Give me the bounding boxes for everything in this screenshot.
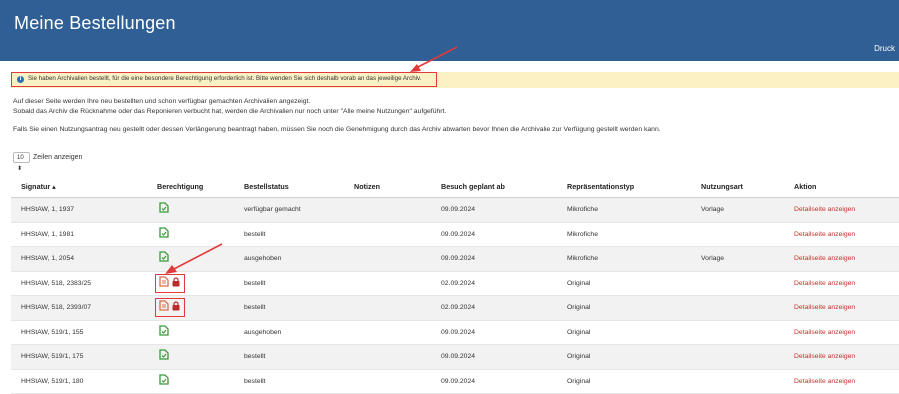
document-check-icon — [159, 202, 169, 219]
alert-text: Sie haben Archivalien bestellt, für die … — [28, 75, 421, 82]
page-length-label: Zeilen anzeigen — [33, 154, 82, 161]
cell-status: bestellt — [244, 231, 266, 238]
print-button[interactable]: Druck — [874, 44, 895, 53]
detail-link[interactable]: Detailseite anzeigen — [794, 304, 855, 311]
table-row: HHStAW, 518, 2393/07 bestellt 02.09.2024 Or… — [11, 296, 899, 321]
detail-link[interactable]: Detailseite anzeigen — [794, 378, 855, 385]
cell-typ: Original — [567, 378, 590, 385]
cell-typ: Original — [567, 304, 590, 311]
table-header: Signatur ▴ Berechtigung Bestellstatus No… — [11, 175, 899, 198]
page-length-control: 10 ⬍ Zeilen anzeigen — [13, 152, 82, 163]
detail-link[interactable]: Detailseite anzeigen — [794, 353, 855, 360]
table-row: HHStAW, 519/1, 180 bestellt 09.09.2024 Orig… — [11, 370, 899, 394]
detail-link[interactable]: Detailseite anzeigen — [794, 231, 855, 238]
col-notizen-header[interactable]: Notizen — [354, 182, 380, 191]
document-check-icon — [159, 349, 169, 366]
cell-besuch: 09.09.2024 — [441, 255, 475, 262]
info-icon: i — [17, 76, 24, 83]
cell-nutzungsart: Vorlage — [701, 255, 724, 262]
permission-cell — [159, 325, 169, 340]
table-row: HHStAW, 1, 1981 bestellt 09.09.2024 Mikrofi… — [11, 223, 899, 248]
cell-typ: Original — [567, 280, 590, 287]
detail-link[interactable]: Detailseite anzeigen — [794, 280, 855, 287]
cell-status: ausgehoben — [244, 329, 281, 336]
cell-besuch: 09.09.2024 — [441, 329, 475, 336]
cell-typ: Mikrofiche — [567, 255, 598, 262]
table-row: HHStAW, 1, 2054 ausgehoben 09.09.2024 Mikro… — [11, 247, 899, 272]
cell-typ: Original — [567, 329, 590, 336]
cell-status: bestellt — [244, 353, 266, 360]
cell-besuch: 09.09.2024 — [441, 378, 475, 385]
cell-status: verfügbar gemacht — [244, 206, 301, 213]
cell-status: bestellt — [244, 280, 266, 287]
col-nutzungsart-header[interactable]: Nutzungsart — [701, 182, 743, 191]
cell-signatur: HHStAW, 1, 1937 — [21, 206, 74, 213]
cell-besuch: 09.09.2024 — [441, 231, 475, 238]
annotation-highlight-box — [155, 298, 185, 317]
detail-link[interactable]: Detailseite anzeigen — [794, 255, 855, 262]
document-check-icon — [159, 325, 169, 342]
annotation-arrow-table — [158, 240, 228, 280]
table-body: HHStAW, 1, 1937 verfügbar gemacht 09.09.20… — [11, 198, 899, 394]
cell-typ: Mikrofiche — [567, 231, 598, 238]
annotation-arrow-top — [404, 44, 464, 76]
col-signatur-header[interactable]: Signatur ▴ — [21, 182, 56, 191]
intro-line-3: Falls Sie einen Nutzungsantrag neu geste… — [13, 126, 661, 133]
page-title: Meine Bestellungen — [14, 13, 176, 34]
table-row: HHStAW, 519/1, 175 bestellt 09.09.2024 Orig… — [11, 345, 899, 370]
detail-link[interactable]: Detailseite anzeigen — [794, 329, 855, 336]
page-length-select[interactable]: 10 ⬍ — [13, 152, 30, 163]
table-row: HHStAW, 518, 2383/25 bestellt 02.09.2024 Or… — [11, 272, 899, 297]
cell-status: bestellt — [244, 378, 266, 385]
col-besuch-header[interactable]: Besuch geplant ab — [441, 182, 505, 191]
col-aktion-header[interactable]: Aktion — [794, 182, 816, 191]
intro-line-2: Sobald das Archiv die Rücknahme oder das… — [13, 108, 446, 115]
cell-status: bestellt — [244, 304, 266, 311]
orders-table: Signatur ▴ Berechtigung Bestellstatus No… — [11, 175, 899, 394]
permission-cell — [159, 202, 169, 217]
intro-line-1: Auf dieser Seite werden Ihre neu bestell… — [13, 98, 310, 105]
col-repraesentation-header[interactable]: Repräsentationstyp — [567, 182, 634, 191]
document-check-icon — [159, 374, 169, 391]
cell-signatur: HHStAW, 519/1, 155 — [21, 329, 83, 336]
cell-typ: Original — [567, 353, 590, 360]
permission-cell — [159, 300, 180, 315]
cell-signatur: HHStAW, 518, 2383/25 — [21, 280, 91, 287]
cell-signatur: HHStAW, 519/1, 175 — [21, 353, 83, 360]
cell-signatur: HHStAW, 519/1, 180 — [21, 378, 83, 385]
cell-signatur: HHStAW, 1, 2054 — [21, 255, 74, 262]
table-row: HHStAW, 1, 1937 verfügbar gemacht 09.09.20… — [11, 198, 899, 223]
cell-signatur: HHStAW, 518, 2393/07 — [21, 304, 91, 311]
detail-link[interactable]: Detailseite anzeigen — [794, 206, 855, 213]
cell-besuch: 02.09.2024 — [441, 280, 475, 287]
cell-nutzungsart: Vorlage — [701, 206, 724, 213]
cell-besuch: 09.09.2024 — [441, 206, 475, 213]
cell-typ: Mikrofiche — [567, 206, 598, 213]
cell-besuch: 02.09.2024 — [441, 304, 475, 311]
cell-besuch: 09.09.2024 — [441, 353, 475, 360]
permission-cell — [159, 374, 169, 389]
cell-status: ausgehoben — [244, 255, 281, 262]
permission-cell — [159, 349, 169, 364]
col-berechtigung-header[interactable]: Berechtigung — [157, 182, 203, 191]
cell-signatur: HHStAW, 1, 1981 — [21, 231, 74, 238]
table-row: HHStAW, 519/1, 155 ausgehoben 09.09.2024 Or… — [11, 321, 899, 346]
col-bestellstatus-header[interactable]: Bestellstatus — [244, 182, 289, 191]
